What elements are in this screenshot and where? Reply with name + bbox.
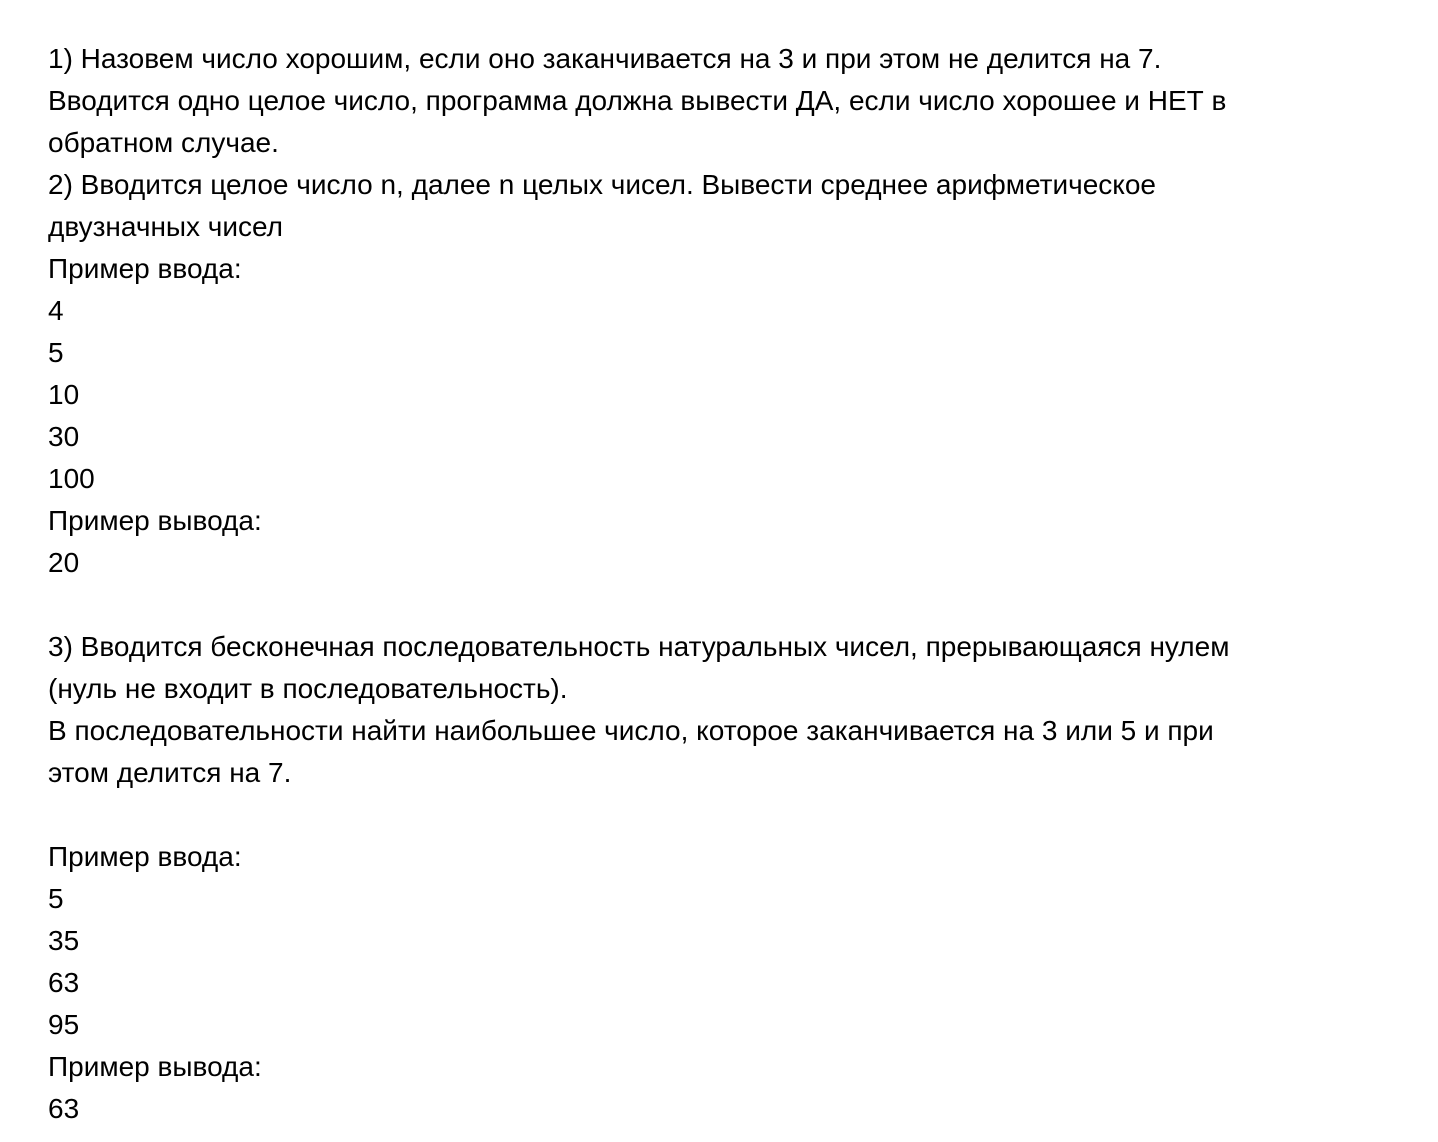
task-3-input-value: 5	[48, 883, 64, 914]
task-1-statement-line-2: Вводится одно целое число, программа дол…	[48, 85, 1227, 116]
task-3-statement-line-4: этом делится на 7.	[48, 757, 292, 788]
task-2-output-example-label: Пример вывода:	[48, 505, 262, 536]
task-2-input-example-label: Пример ввода:	[48, 253, 242, 284]
task-2-input-value: 4	[48, 295, 64, 326]
task-3-statement-line-3: В последовательности найти наибольшее чи…	[48, 715, 1214, 746]
task-2-output-value: 20	[48, 547, 80, 578]
task-2-input-value: 100	[48, 463, 95, 494]
task-3-statement-line-2: (нуль не входит в последовательность).	[48, 673, 568, 704]
task-1-statement-line-1: 1) Назовем число хорошим, если оно закан…	[48, 43, 1162, 74]
task-3-statement-line-1: 3) Вводится бесконечная последовательнос…	[48, 631, 1230, 662]
task-3-output-value: 63	[48, 1093, 80, 1124]
task-2-statement-line-1: 2) Вводится целое число n, далее n целых…	[48, 169, 1156, 200]
task-3-output-example-label: Пример вывода:	[48, 1051, 262, 1082]
task-3-input-example-label: Пример ввода:	[48, 841, 242, 872]
task-3-input-value: 35	[48, 925, 80, 956]
task-2-input-value: 10	[48, 379, 80, 410]
task-2-input-value: 5	[48, 337, 64, 368]
document-body: 1) Назовем число хорошим, если оно закан…	[48, 38, 1408, 1130]
task-3-input-value: 95	[48, 1009, 80, 1040]
task-2-input-value: 30	[48, 421, 80, 452]
task-3-input-value: 63	[48, 967, 80, 998]
task-1-statement-line-3: обратном случае.	[48, 127, 279, 158]
task-2-statement-line-2: двузначных чисел	[48, 211, 284, 242]
